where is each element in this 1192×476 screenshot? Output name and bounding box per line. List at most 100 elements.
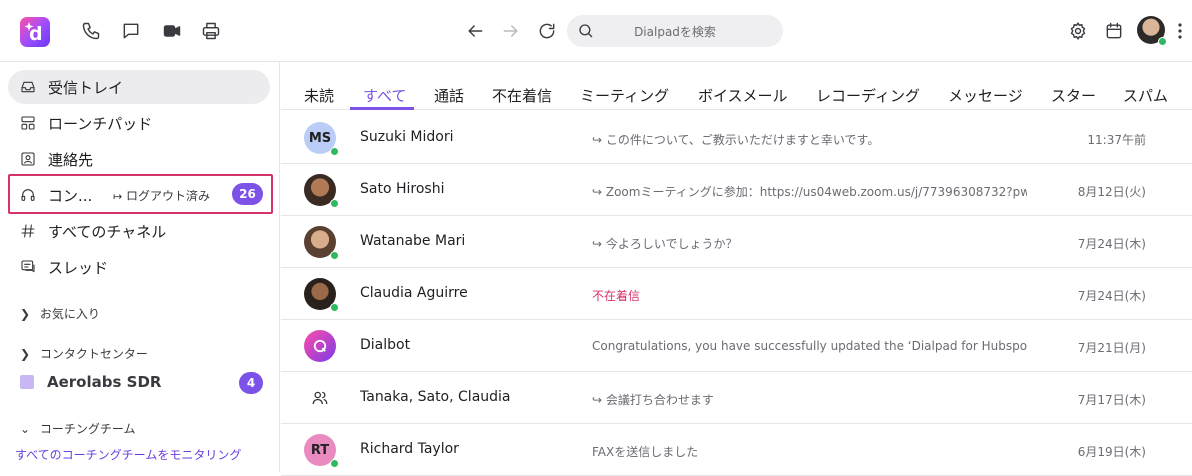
dialpad-logo-icon[interactable]: d — [20, 17, 50, 47]
monitor-coaching-teams-link[interactable]: すべてのコーチングチームをモニタリング — [15, 446, 241, 463]
message-preview: ↪ 会議打ち合わせます — [592, 393, 714, 407]
message-preview: ↪ Zoomミーティングに参加：https://us04web.zoom.us/… — [592, 185, 1027, 199]
avatar: RT — [304, 434, 339, 468]
user-avatar[interactable] — [1137, 16, 1167, 46]
conversation-row[interactable]: Watanabe Mari ↪ 今よろしいでしょうか？ 7月24日(木) — [281, 216, 1192, 268]
missed-call-preview: 不在着信 — [592, 289, 641, 303]
avatar — [304, 278, 339, 312]
tab-voicemail[interactable]: ボイスメール — [698, 85, 788, 106]
online-status-dot — [1158, 37, 1167, 46]
back-arrow-icon[interactable] — [463, 19, 487, 43]
contact-name: Richard Taylor — [360, 441, 459, 457]
contact-name: Watanabe Mari — [360, 233, 466, 249]
forward-arrow-icon[interactable] — [499, 19, 523, 43]
sidebar-item-label: すべてのチャネル — [48, 222, 167, 241]
timestamp: 7月24日(木) — [1077, 237, 1146, 251]
logout-arrow-icon: ↦ — [113, 190, 123, 203]
conversation-row[interactable]: MS Suzuki Midori ↪ この件について、ご教示いただけますと幸いで… — [281, 112, 1192, 164]
avatar — [304, 174, 339, 208]
sidebar-item-label: 受信トレイ — [48, 78, 124, 97]
contact-name: Dialbot — [360, 337, 411, 353]
sidebar-item-label: ローンチパッド — [48, 114, 153, 133]
sidebar-item-label: スレッド — [48, 258, 109, 277]
online-status-dot — [330, 459, 339, 468]
message-preview: ↪ 今よろしいでしょうか？ — [592, 237, 738, 251]
printer-fax-icon[interactable] — [199, 19, 223, 43]
avatar-initials: RT — [310, 442, 330, 458]
timestamp: 7月21日(月) — [1077, 341, 1146, 355]
coaching-team-label: コーチングチーム — [39, 422, 136, 436]
conversation-row[interactable]: RT Richard Taylor FAXを送信しました 6月19日(木) — [281, 424, 1192, 476]
active-tab-indicator — [350, 107, 414, 110]
aerolabs-color-square — [20, 375, 34, 389]
tab-unread[interactable]: 未読 — [304, 85, 334, 106]
contact-name: Sato Hiroshi — [360, 181, 445, 197]
contact-name: Suzuki Midori — [360, 129, 454, 145]
more-vertical-icon[interactable] — [1173, 19, 1187, 43]
contact-center-section-toggle[interactable]: ❯ コンタクトセンター — [20, 345, 148, 362]
tab-missed-calls[interactable]: 不在着信 — [492, 85, 552, 106]
sidebar-item-contacts[interactable]: 連絡先 — [8, 142, 270, 176]
sidebar-item-inbox[interactable]: 受信トレイ — [8, 70, 270, 104]
message-preview: Congratulations, you have successfully u… — [592, 339, 1027, 353]
contact-name: Claudia Aguirre — [360, 285, 468, 301]
conversation-row[interactable]: Dialbot Congratulations, you have succes… — [281, 320, 1192, 372]
phone-icon[interactable] — [79, 19, 103, 43]
sidebar-item-threads[interactable]: スレッド — [8, 250, 270, 284]
top-bar: d Dialpadを検索 — [0, 0, 1192, 62]
timestamp: 6月19日(木) — [1077, 445, 1146, 459]
tab-calls[interactable]: 通話 — [434, 85, 464, 106]
dialbot-avatar-icon — [304, 330, 336, 362]
online-status-dot — [330, 303, 339, 312]
tab-all[interactable]: すべて — [363, 85, 406, 106]
chevron-right-icon: ❯ — [20, 347, 31, 361]
filter-tabs: 未読 すべて 通話 不在着信 ミーティング ボイスメール レコーディング メッセ… — [281, 62, 1192, 110]
timestamp: 7月17日(木) — [1077, 393, 1146, 407]
refresh-icon[interactable] — [535, 19, 559, 43]
message-preview: FAXを送信しました — [592, 445, 699, 459]
tab-messages[interactable]: メッセージ — [948, 85, 1023, 106]
avatar — [304, 226, 339, 260]
contact-center-label: コンタクトセンター — [39, 347, 148, 361]
calendar-icon[interactable] — [1102, 19, 1126, 43]
favorites-label: お気に入り — [39, 307, 100, 321]
search-placeholder: Dialpadを検索 — [634, 25, 716, 39]
contact-name: Tanaka, Sato, Claudia — [360, 389, 511, 405]
conversation-row[interactable]: Claudia Aguirre 不在着信 7月24日(木) — [281, 268, 1192, 320]
chevron-right-icon: ❯ — [20, 307, 31, 321]
gear-icon[interactable] — [1066, 19, 1090, 43]
search-input[interactable]: Dialpadを検索 — [567, 15, 783, 47]
sidebar-item-launchpad[interactable]: ローンチパッド — [8, 106, 270, 140]
unread-count-badge: 26 — [232, 183, 263, 205]
tab-spam[interactable]: スパム — [1123, 85, 1168, 106]
chevron-down-icon: ⌄ — [20, 422, 31, 436]
conversation-row[interactable]: Sato Hiroshi ↪ Zoomミーティングに参加：https://us0… — [281, 164, 1192, 216]
logged-out-status: ↦ ログアウト済み — [113, 187, 210, 204]
timestamp: 11:37午前 — [1087, 133, 1146, 147]
launchpad-grid-icon — [20, 115, 36, 131]
threads-icon — [20, 259, 36, 275]
avatar-initials: MS — [308, 130, 332, 146]
sidebar-item-label: 連絡先 — [48, 150, 94, 169]
conversation-row[interactable]: Tanaka, Sato, Claudia ↪ 会議打ち合わせます 7月17日(… — [281, 372, 1192, 424]
tab-starred[interactable]: スター — [1051, 85, 1096, 106]
message-preview: ↪ この件について、ご教示いただけますと幸いです。 — [592, 133, 880, 147]
sidebar-item-all-channels[interactable]: すべてのチャネル — [8, 214, 270, 248]
timestamp: 8月12日(火) — [1077, 185, 1146, 199]
online-status-dot — [330, 147, 339, 156]
aerolabs-sdr-label[interactable]: Aerolabs SDR — [47, 373, 161, 391]
coaching-team-section-toggle[interactable]: ⌄ コーチングチーム — [20, 420, 135, 437]
sidebar: 受信トレイ ローンチパッド 連絡先 コン... ↦ ログアウト済み 26 すべて… — [0, 62, 280, 472]
chat-bubble-icon[interactable] — [119, 19, 143, 43]
tab-meetings[interactable]: ミーティング — [580, 85, 669, 106]
inbox-icon — [20, 79, 36, 95]
favorites-section-toggle[interactable]: ❯ お気に入り — [20, 305, 100, 322]
logout-status-label: ログアウト済み — [126, 189, 211, 203]
aerolabs-count-badge: 4 — [239, 372, 263, 394]
contacts-card-icon — [20, 151, 36, 167]
video-camera-icon[interactable] — [160, 19, 184, 43]
group-users-icon — [304, 382, 336, 414]
hash-icon — [20, 223, 36, 239]
tab-recordings[interactable]: レコーディング — [816, 85, 920, 106]
avatar: MS — [304, 122, 339, 156]
